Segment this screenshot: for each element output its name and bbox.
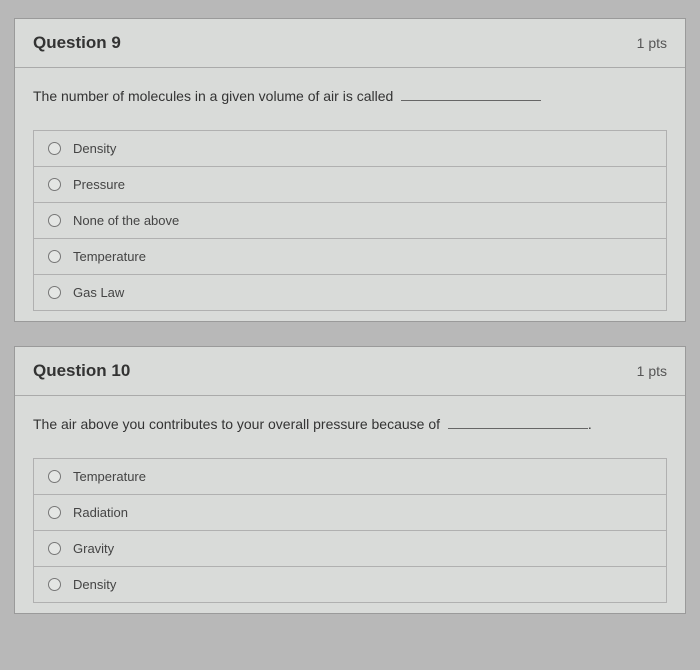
option-gravity[interactable]: Gravity [34, 531, 666, 567]
fill-blank [401, 100, 541, 101]
fill-blank [448, 428, 588, 429]
period: . [588, 416, 592, 432]
option-label: None of the above [73, 213, 652, 228]
prompt-text: The air above you contributes to your ov… [33, 416, 440, 432]
question-prompt: The number of molecules in a given volum… [33, 88, 667, 108]
option-gas-law[interactable]: Gas Law [34, 275, 666, 310]
option-label: Density [73, 141, 652, 156]
question-card-10: Question 10 1 pts The air above you cont… [14, 346, 686, 614]
question-points: 1 pts [637, 363, 667, 379]
option-density[interactable]: Density [34, 567, 666, 602]
radio-icon [48, 578, 61, 591]
prompt-text: The number of molecules in a given volum… [33, 88, 393, 104]
question-points: 1 pts [637, 35, 667, 51]
option-none-of-above[interactable]: None of the above [34, 203, 666, 239]
option-label: Temperature [73, 469, 652, 484]
option-label: Gas Law [73, 285, 652, 300]
radio-icon [48, 250, 61, 263]
question-card-9: Question 9 1 pts The number of molecules… [14, 18, 686, 322]
options-group: Density Pressure None of the above Tempe… [33, 130, 667, 311]
radio-icon [48, 142, 61, 155]
option-label: Gravity [73, 541, 652, 556]
option-label: Pressure [73, 177, 652, 192]
question-header: Question 9 1 pts [15, 19, 685, 68]
option-density[interactable]: Density [34, 131, 666, 167]
options-group: Temperature Radiation Gravity Density [33, 458, 667, 603]
option-temperature[interactable]: Temperature [34, 239, 666, 275]
radio-icon [48, 506, 61, 519]
option-radiation[interactable]: Radiation [34, 495, 666, 531]
option-label: Temperature [73, 249, 652, 264]
option-pressure[interactable]: Pressure [34, 167, 666, 203]
question-header: Question 10 1 pts [15, 347, 685, 396]
option-label: Density [73, 577, 652, 592]
question-number: Question 10 [33, 361, 130, 381]
option-label: Radiation [73, 505, 652, 520]
radio-icon [48, 286, 61, 299]
question-number: Question 9 [33, 33, 121, 53]
option-temperature[interactable]: Temperature [34, 459, 666, 495]
question-prompt: The air above you contributes to your ov… [33, 416, 667, 436]
question-body: The air above you contributes to your ov… [15, 396, 685, 613]
radio-icon [48, 214, 61, 227]
question-body: The number of molecules in a given volum… [15, 68, 685, 321]
radio-icon [48, 178, 61, 191]
radio-icon [48, 470, 61, 483]
radio-icon [48, 542, 61, 555]
